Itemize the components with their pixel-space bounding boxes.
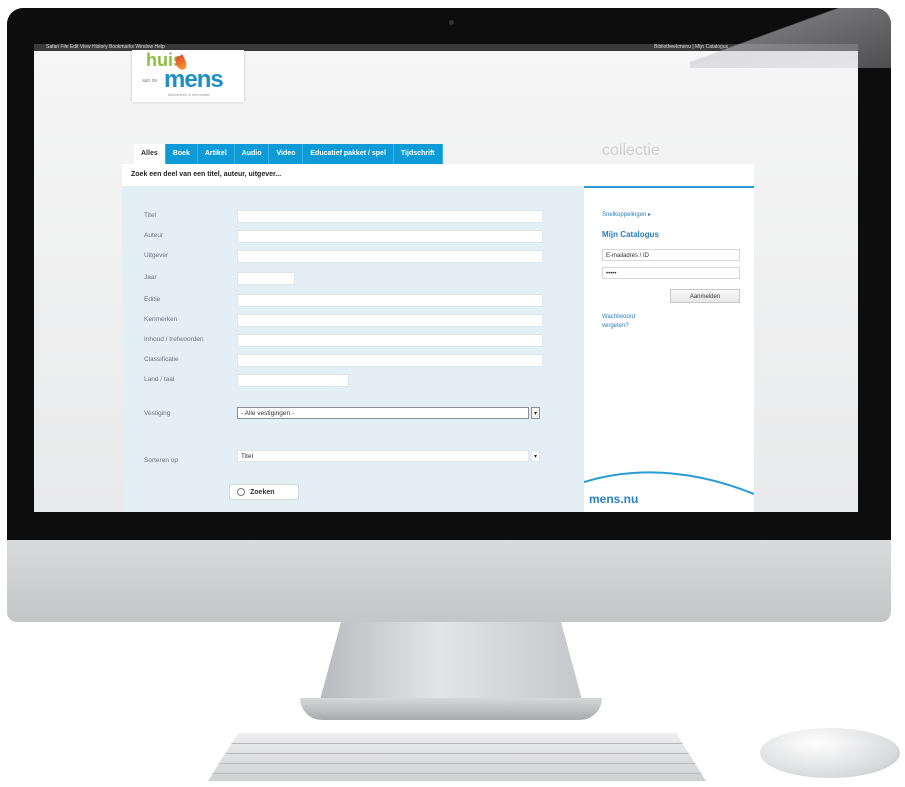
mouse [760,728,900,778]
titel-input[interactable] [237,210,543,223]
wave-line [584,471,754,495]
camera-icon [449,20,454,25]
uitgever-input[interactable] [237,250,543,263]
password-field[interactable]: ••••• [602,267,740,279]
kenmerken-input[interactable] [237,314,543,327]
search-bar[interactable]: Zoek een deel van een titel, auteur, uit… [122,164,754,187]
tab-educatief[interactable]: Educatief pakket / spel [303,144,394,164]
sidebar-title: Mijn Catalogus [602,230,659,239]
monitor-foot [300,698,602,720]
label-editie: Editie [144,296,161,303]
label-vestiging: Vestiging [144,410,171,417]
label-jaar: Jaar [144,274,157,281]
label-land-taal: Land / taal [144,376,175,383]
monitor-chin [7,540,891,622]
monitor-stand [320,622,582,700]
logo-tagline: bibliotheek & informatie [168,92,210,97]
editie-input[interactable] [237,294,543,307]
collectie-watermark: collectie [602,142,660,159]
site-logo[interactable]: huis aan de mens bibliotheek & informati… [132,50,244,102]
keyboard-row [208,763,706,764]
tab-boek[interactable]: Boek [165,144,198,164]
auteur-input[interactable] [237,230,543,243]
keyboard-row [208,753,706,754]
mensnu-logo[interactable]: mens.nu [589,492,638,506]
logo-mens: mens [164,66,224,93]
tab-artikel[interactable]: Artikel [197,144,235,164]
classificatie-input[interactable] [237,354,543,367]
tab-audio[interactable]: Audio [234,144,270,164]
jaar-input[interactable] [237,272,295,285]
aanmelden-button[interactable]: Aanmelden [670,289,740,303]
search-prompt: Zoek een deel van een titel, auteur, uit… [131,171,282,178]
zoeken-button[interactable]: Zoeken [229,484,299,500]
screen: Safari File Edit View History Bookmarks … [34,44,858,512]
tab-tijdschrift[interactable]: Tijdschrift [393,144,443,164]
label-titel: Titel [144,212,157,219]
sorteren-select[interactable]: Titel [237,450,529,462]
email-field[interactable]: E-mailadres / ID [602,249,740,261]
tab-video[interactable]: Video [269,144,304,164]
screen-glare [690,8,891,68]
chevron-down-icon[interactable]: ▾ [531,407,540,419]
label-auteur: Auteur [144,232,164,239]
label-sorteren: Sorteren op [144,457,178,464]
vestiging-select[interactable]: - Alle vestigingen - [237,407,529,419]
label-kenmerken: Kenmerken [144,316,178,323]
keyboard-row [208,743,706,744]
chevron-down-icon[interactable]: ▾ [531,450,540,462]
label-uitgever: Uitgever [144,252,169,259]
keyboard [208,733,706,781]
vergeten-link[interactable]: vergeten? [602,323,629,329]
zoeken-label: Zoeken [250,489,275,496]
land-taal-input[interactable] [237,374,349,387]
tab-alles[interactable]: Alles [134,144,166,164]
snelkoppelingen-link[interactable]: Snelkoppelingen ▸ [602,211,651,218]
search-icon [237,488,245,496]
keyboard-row [208,773,706,774]
label-classificatie: Classificatie [144,356,179,363]
inhoud-input[interactable] [237,334,543,347]
sidebar-top-border [584,186,754,188]
logo-aan-de: aan de [142,78,158,84]
search-tabs: Alles Boek Artikel Audio Video Educatief… [134,144,443,164]
label-inhoud: Inhoud / trefwoorden [144,336,204,343]
wachtwoord-link[interactable]: Wachtwoord [602,314,635,320]
